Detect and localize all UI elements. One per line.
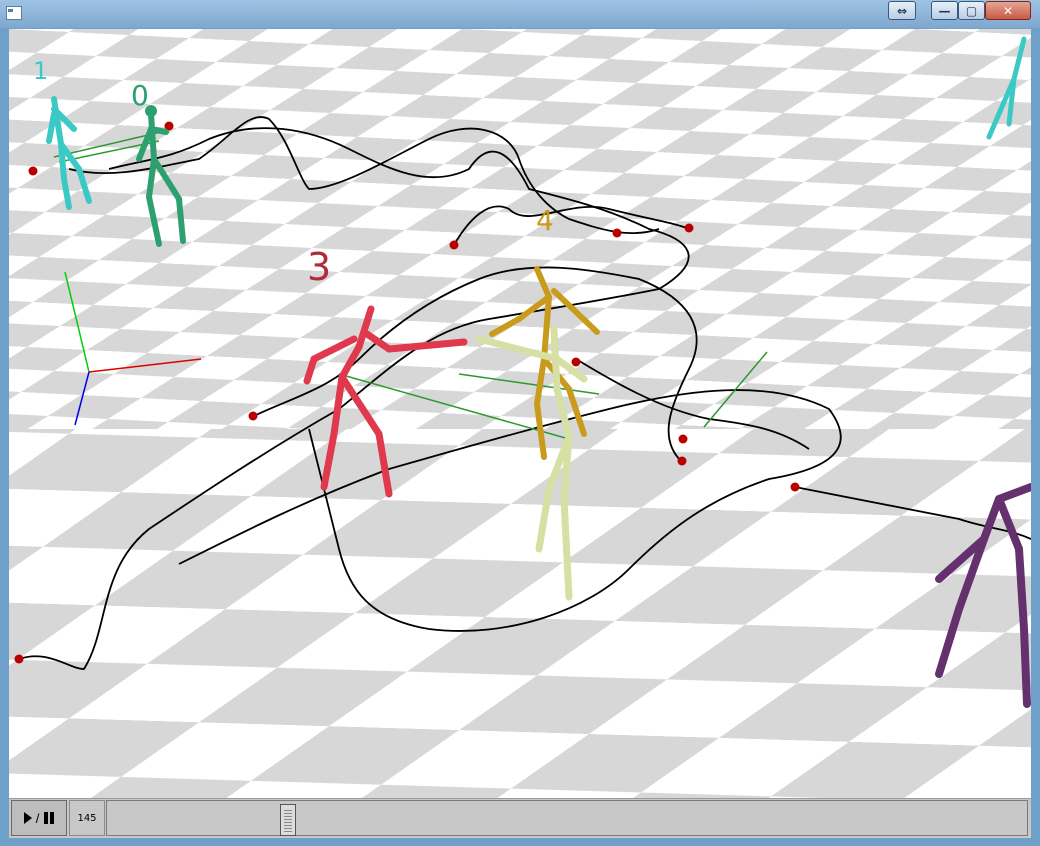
play-icon: [23, 812, 32, 824]
character-label: 4: [536, 204, 554, 237]
play-pause-button[interactable]: /: [11, 800, 67, 836]
floor-near: [9, 429, 1031, 798]
character-label: 3: [307, 245, 332, 289]
frame-number: 145: [69, 800, 105, 836]
scene-canvas[interactable]: [9, 29, 1031, 798]
pause-icon: [44, 812, 55, 824]
playback-controls: / 145: [9, 798, 1031, 838]
maximize-button[interactable]: ▢: [958, 1, 985, 20]
title-bar: ⇔ — ▢ ✕: [0, 0, 1040, 28]
minimize-button[interactable]: —: [931, 1, 958, 20]
timeline-slider-thumb[interactable]: [280, 804, 297, 836]
app-icon[interactable]: [6, 6, 22, 20]
character-label: 1: [33, 57, 49, 85]
character-label: 0: [131, 79, 149, 112]
3d-viewport[interactable]: 0 1 3 4: [9, 29, 1031, 798]
timeline-slider[interactable]: [106, 800, 1028, 836]
close-button[interactable]: ✕: [985, 1, 1031, 20]
resize-toggle-button[interactable]: ⇔: [888, 1, 916, 20]
floor-far: [9, 29, 1031, 489]
play-pause-separator: /: [35, 810, 40, 826]
